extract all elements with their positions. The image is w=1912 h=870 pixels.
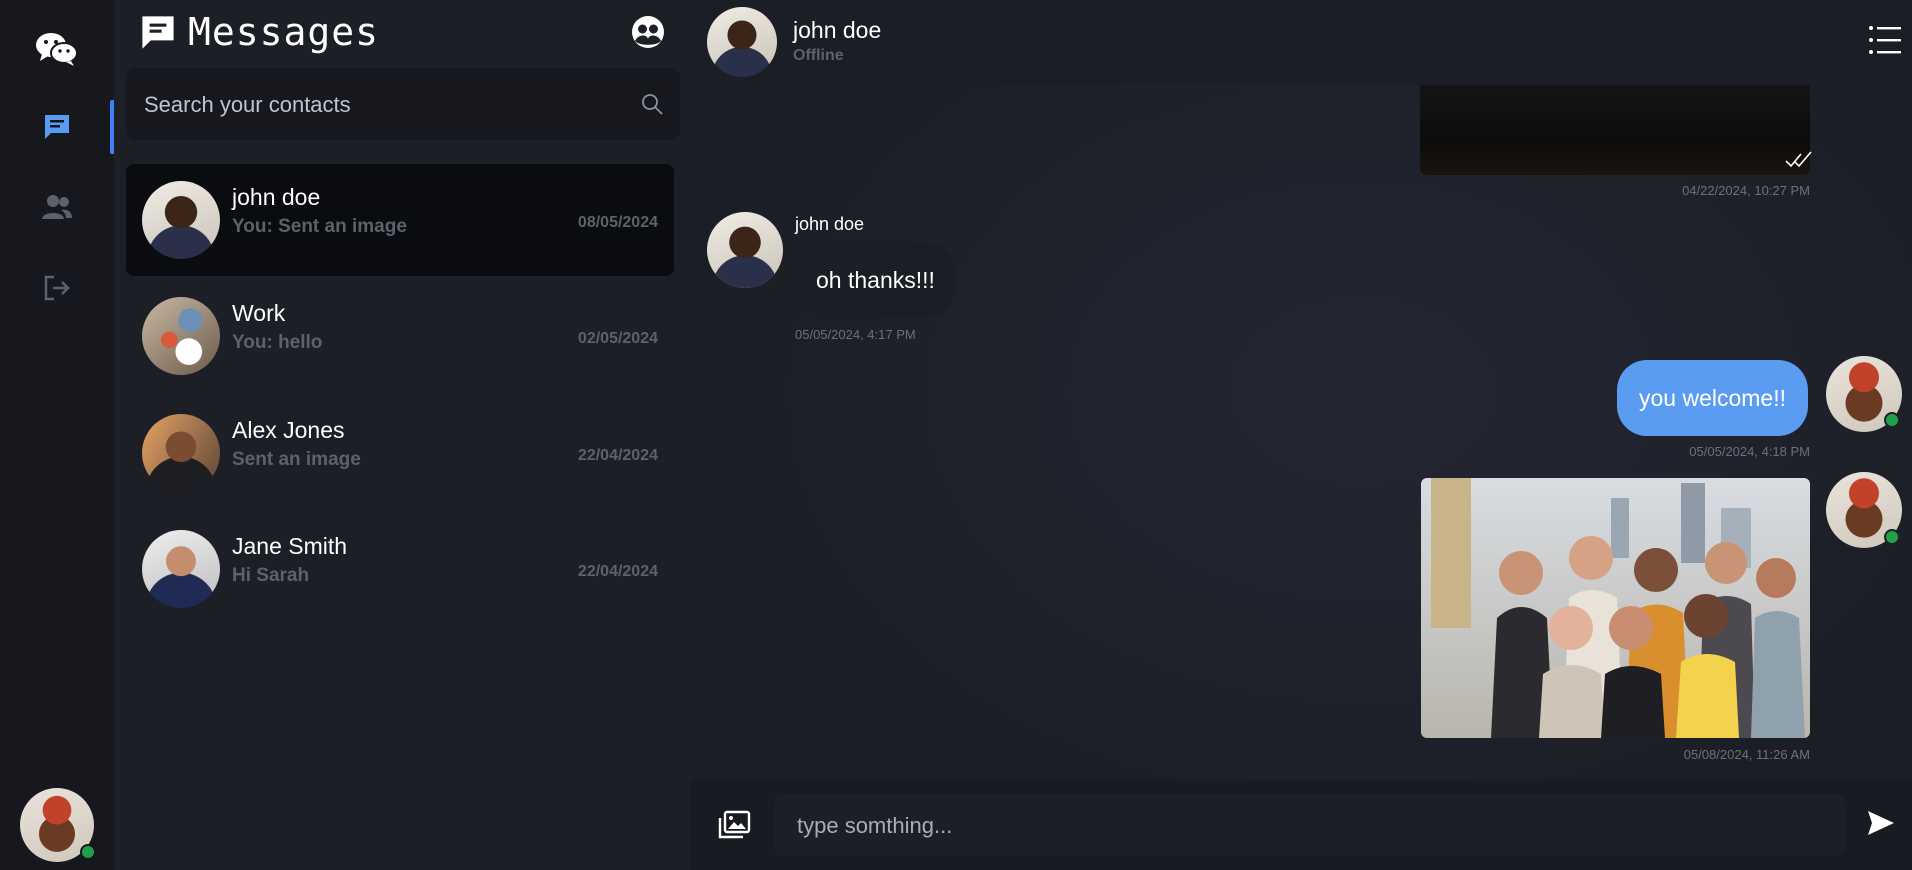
- conversation-item-jane-smith[interactable]: Jane Smith Hi Sarah 22/04/2024: [126, 513, 674, 625]
- logout-icon: [44, 275, 70, 301]
- chat-icon: [142, 16, 174, 49]
- last-message-preview: Sent an image: [232, 449, 361, 470]
- chats-nav-button[interactable]: [0, 112, 114, 142]
- image-message[interactable]: [1421, 478, 1810, 738]
- last-message-preview: Hi Sarah: [232, 565, 310, 586]
- incoming-message-bubble: oh thanks!!!: [796, 242, 955, 318]
- last-message-date: 22/04/2024: [577, 563, 658, 580]
- online-status-dot: [1884, 412, 1900, 428]
- image-message[interactable]: [1420, 85, 1812, 175]
- attach-image-button[interactable]: [717, 810, 751, 845]
- chat-window: 04/22/2024, 10:27 PM john doe oh thanks!…: [690, 0, 1912, 870]
- nav-rail: [0, 0, 115, 870]
- last-message-preview: You: Sent an image: [232, 216, 407, 237]
- message-input-wrapper: [775, 794, 1845, 856]
- contact-avatar[interactable]: [707, 7, 777, 77]
- chat-menu-button[interactable]: [1868, 24, 1902, 61]
- sender-name: john doe: [795, 214, 865, 234]
- chat-contact-status: Offline: [793, 47, 844, 64]
- last-message-date: 08/05/2024: [577, 214, 658, 231]
- sender-avatar: [707, 212, 783, 288]
- message-timestamp: 05/08/2024, 11:26 AM: [1683, 747, 1810, 762]
- contacts-nav-button[interactable]: [0, 193, 114, 221]
- chat-contact-name: john doe: [793, 17, 882, 43]
- users-icon: [42, 195, 72, 219]
- avatar: [142, 181, 220, 259]
- message-input[interactable]: [795, 808, 1829, 844]
- read-receipt-icon: [1784, 150, 1814, 175]
- contact-search: [126, 68, 680, 140]
- gallery-icon: [718, 810, 751, 839]
- conversation-item-alex-jones[interactable]: Alex Jones Sent an image 22/04/2024: [126, 397, 674, 509]
- list-menu-icon: [1869, 26, 1901, 54]
- avatar: [142, 297, 220, 375]
- logout-button[interactable]: [0, 273, 114, 303]
- outgoing-message-bubble: you welcome!!: [1616, 360, 1808, 436]
- message-timestamp: 05/05/2024, 4:17 PM: [795, 327, 916, 342]
- contact-name: john doe: [232, 184, 321, 210]
- search-input[interactable]: [142, 86, 626, 124]
- online-status-dot: [1884, 529, 1900, 545]
- page-title: Messages: [188, 10, 380, 54]
- avatar: [142, 414, 220, 492]
- conversation-item-john-doe[interactable]: john doe You: Sent an image 08/05/2024: [126, 164, 674, 276]
- search-icon[interactable]: [640, 92, 664, 121]
- contact-name: Jane Smith: [232, 533, 348, 559]
- group-icon: [632, 16, 664, 48]
- contact-name: Work: [232, 300, 286, 326]
- new-group-button[interactable]: [630, 14, 666, 55]
- conversation-item-work[interactable]: Work You: hello 02/05/2024: [126, 280, 674, 392]
- chat-header: john doe Offline: [690, 0, 1912, 85]
- message-timestamp: 04/22/2024, 10:27 PM: [1682, 183, 1810, 198]
- send-icon: [1868, 811, 1894, 835]
- avatar: [142, 530, 220, 608]
- message-composer: [690, 780, 1912, 870]
- message-timestamp: 05/05/2024, 4:18 PM: [1689, 444, 1810, 459]
- wechat-logo-icon: [0, 30, 114, 68]
- chat-icon: [45, 115, 69, 139]
- current-user-avatar[interactable]: [20, 788, 96, 862]
- panel-header: Messages: [140, 10, 379, 54]
- contact-name: Alex Jones: [232, 417, 345, 443]
- last-message-preview: You: hello: [232, 332, 323, 353]
- send-button[interactable]: [1866, 808, 1896, 843]
- conversation-list-panel: Messages john doe You: Sent an image 08/…: [114, 0, 690, 870]
- online-status-dot: [80, 844, 96, 860]
- last-message-date: 22/04/2024: [577, 447, 658, 464]
- last-message-date: 02/05/2024: [577, 330, 658, 347]
